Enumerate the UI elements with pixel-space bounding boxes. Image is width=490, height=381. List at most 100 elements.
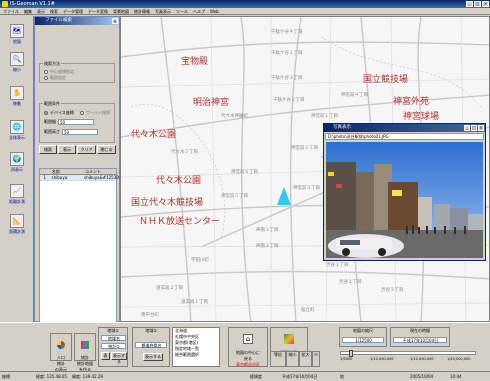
town-label: 渋谷３丁目 <box>381 288 404 293</box>
tool-zoom-out[interactable]: 🔍 縮小 <box>2 52 32 73</box>
radio-circle-icon <box>44 111 48 115</box>
close-panel-button[interactable]: 閉じる <box>97 145 116 154</box>
tool-full-extent-label: 全体表示 <box>9 135 25 140</box>
population-stats-label: 人口 統計 の表示 <box>55 355 67 372</box>
close-button[interactable]: × <box>482 1 489 7</box>
photo-window-controls: _ □ × <box>464 125 484 131</box>
location-marker <box>277 187 291 205</box>
window-controls: _ □ × <box>466 1 489 7</box>
town-label: 神南２丁目 <box>256 244 279 249</box>
menu-view[interactable]: 表示 <box>37 8 45 14</box>
col-comment[interactable]: コメント <box>83 169 116 174</box>
landmark-label: 代々木公園 <box>156 176 202 186</box>
town-label: 神宮前１丁目 <box>311 114 338 119</box>
move-button[interactable]: 等倍 <box>270 351 286 367</box>
town-label: 代々木５丁目 <box>171 150 198 155</box>
tool-area[interactable]: 📐 面積計測 <box>2 214 32 235</box>
tool-pan[interactable]: ✋ 移動 <box>2 86 32 107</box>
scale-slider-thumb[interactable] <box>349 350 353 357</box>
map-icon: 🗺 <box>10 24 24 38</box>
result-grid[interactable]: 名前 コメント 1 shibuya shibuya&#12539; <box>39 168 120 338</box>
zoom-in-button[interactable]: 拡大 <box>299 351 312 367</box>
photo-close-button[interactable]: × <box>478 125 484 131</box>
minimize-button[interactable]: _ <box>466 1 473 7</box>
panel-close-button[interactable]: × <box>112 18 118 24</box>
tool-redraw[interactable]: 🌍 再表示 <box>2 152 32 173</box>
display-button[interactable]: 表示 <box>58 145 76 154</box>
cell-name: shibuya <box>51 175 68 180</box>
list-item[interactable]: 総合範囲選択 <box>175 352 219 358</box>
tool-full-extent[interactable]: 🌐 全体表示 <box>2 120 32 141</box>
menu-data-manage[interactable]: データ管理 <box>63 8 83 14</box>
create-stats-map-button[interactable]: 統計 統計地図 を作る <box>74 333 96 372</box>
date-field[interactable]: 平成17年10月04日 <box>393 337 447 343</box>
bottom-toolbar: 人口 統計 の表示 統計 統計地図 を作る 地域① 地域名 統計① 表 表示する… <box>0 322 490 372</box>
return-center-button[interactable]: ⌂ 地図の中心に 戻る 東京都渋谷区 <box>228 327 268 367</box>
photo-scene <box>326 142 483 258</box>
menu-data-convert[interactable]: データ変換 <box>88 8 108 14</box>
maximize-button[interactable]: □ <box>474 1 481 7</box>
date-label: 現在の時間 <box>410 328 430 333</box>
table-row[interactable]: 1 shibuya shibuya&#12539; <box>40 175 120 181</box>
menu-edit[interactable]: 編集 <box>24 8 32 14</box>
region1-name-select[interactable]: 地域名 <box>101 335 126 341</box>
region2-label: 地域② <box>145 328 157 333</box>
menu-tools[interactable]: ツール <box>176 8 188 14</box>
photo-minimize-button[interactable]: _ <box>464 125 470 131</box>
radio-circle-icon <box>80 111 84 115</box>
photo-maximize-button[interactable]: □ <box>471 125 477 131</box>
tool-redraw-label: 再表示 <box>11 167 23 172</box>
menu-bar: ファイル 編集 表示 検索 データ管理 データ変換 背景地図 統計情報 写真表示… <box>0 8 490 15</box>
region2-group: 地域② 都道府県名 表示する <box>132 327 170 367</box>
menu-help[interactable]: ヘルプ <box>193 8 205 14</box>
range-height-input[interactable] <box>62 129 98 135</box>
zoom-out-button[interactable]: 縮小 <box>286 351 299 367</box>
landmark-label: 神宮外苑 <box>393 97 430 107</box>
clear-button[interactable]: クリア <box>77 145 96 154</box>
town-label: 道玄坂２丁目 <box>156 286 183 291</box>
landmark-label: 国立競技場 <box>363 75 409 85</box>
menu-web[interactable]: Web <box>210 8 219 14</box>
tool-distance[interactable]: 📈 距離計測 <box>2 184 32 205</box>
region2-show-button[interactable]: 表示する <box>143 353 163 361</box>
town-label: 神宮前６丁目 <box>231 170 258 175</box>
menu-photo[interactable]: 写真表示 <box>155 8 171 14</box>
menu-search[interactable]: 検索 <box>50 8 58 14</box>
aerial-map-icon[interactable] <box>284 334 294 344</box>
town-label: 千駄ケ谷１丁目 <box>271 51 303 56</box>
radio-range[interactable]: 範囲指定 <box>44 75 66 81</box>
radio-circle-icon <box>44 76 48 80</box>
scale-slider-track[interactable] <box>340 350 476 357</box>
panel-titlebar: ファイル検索 × <box>35 17 119 25</box>
tool-map[interactable]: 🗺 地図 <box>2 24 32 45</box>
col-name[interactable]: 名前 <box>50 169 83 174</box>
range-width-input[interactable] <box>58 119 94 125</box>
menu-statistics[interactable]: 統計情報 <box>134 8 150 14</box>
menu-background-map[interactable]: 背景地図 <box>113 8 129 14</box>
town-label: 神宮前５丁目 <box>221 194 248 199</box>
photo-path-field[interactable]: D:\photo\渋谷駅前\photo01.JPG <box>325 133 484 140</box>
status-mode: 経緯度 <box>250 374 262 379</box>
pie-chart-icon <box>57 341 65 349</box>
photo-viewer-window: 写真表示 _ □ × D:\photo\渋谷駅前\photo01.JPG <box>323 123 486 261</box>
search-button[interactable]: 検索 <box>39 145 57 154</box>
line-chart-icon: 📈 <box>10 184 24 198</box>
menu-file[interactable]: ファイル <box>3 8 19 14</box>
scale-select[interactable]: 1/12500 <box>342 337 384 343</box>
range-height-row: 範囲高さ <box>44 129 98 135</box>
tool-map-label: 地図 <box>13 39 21 44</box>
status-extra: 地 <box>340 374 344 379</box>
population-stats-button[interactable]: 人口 統計 の表示 <box>50 333 72 372</box>
region1-table-button[interactable]: 表 <box>101 352 110 360</box>
prefecture-list[interactable]: 北海道 札幌市中央区 東京都(港区) 指定地域一覧 総合範囲選択 <box>172 327 220 367</box>
region1-stat-select[interactable]: 統計① <box>101 343 126 349</box>
region1-show-button[interactable]: 表示する <box>111 352 127 364</box>
window-title: IS-Geoman V1.1# <box>10 1 55 7</box>
app-icon <box>2 1 8 7</box>
radio-device[interactable]: デバイス座標 <box>44 110 74 116</box>
globe-icon: 🌐 <box>10 120 24 134</box>
prefecture-select[interactable]: 都道府県名 <box>135 342 167 348</box>
status-date: 平成17年10月04日 <box>282 374 318 379</box>
home-zoom-button[interactable]: Ｈ <box>312 351 320 367</box>
radio-world[interactable]: ワールド座標 <box>80 110 110 116</box>
